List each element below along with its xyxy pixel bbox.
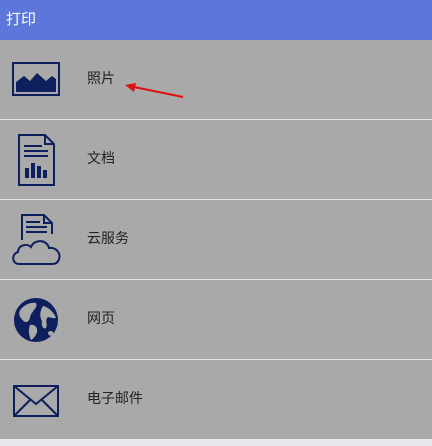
list-item-label: 文档 — [87, 151, 115, 167]
page-title: 打印 — [6, 10, 37, 28]
globe-icon — [10, 292, 62, 348]
cloud-icon — [10, 212, 62, 268]
photo-icon — [10, 52, 62, 108]
print-options-list: 照片 文档 云服务 网页 电子邮件 — [0, 40, 432, 439]
list-item-label: 云服务 — [87, 231, 129, 247]
list-item-label: 网页 — [87, 311, 115, 327]
envelope-icon — [10, 372, 62, 428]
document-icon — [10, 132, 62, 188]
list-item-web[interactable]: 网页 — [0, 280, 432, 360]
app-title-bar: 打印 — [0, 0, 432, 40]
list-item-document[interactable]: 文档 — [0, 120, 432, 200]
list-item-photo[interactable]: 照片 — [0, 40, 432, 120]
list-item-label: 照片 — [87, 71, 115, 87]
bottom-edge — [0, 439, 432, 446]
list-item-cloud[interactable]: 云服务 — [0, 200, 432, 280]
list-item-email[interactable]: 电子邮件 — [0, 360, 432, 439]
list-item-label: 电子邮件 — [87, 391, 143, 407]
